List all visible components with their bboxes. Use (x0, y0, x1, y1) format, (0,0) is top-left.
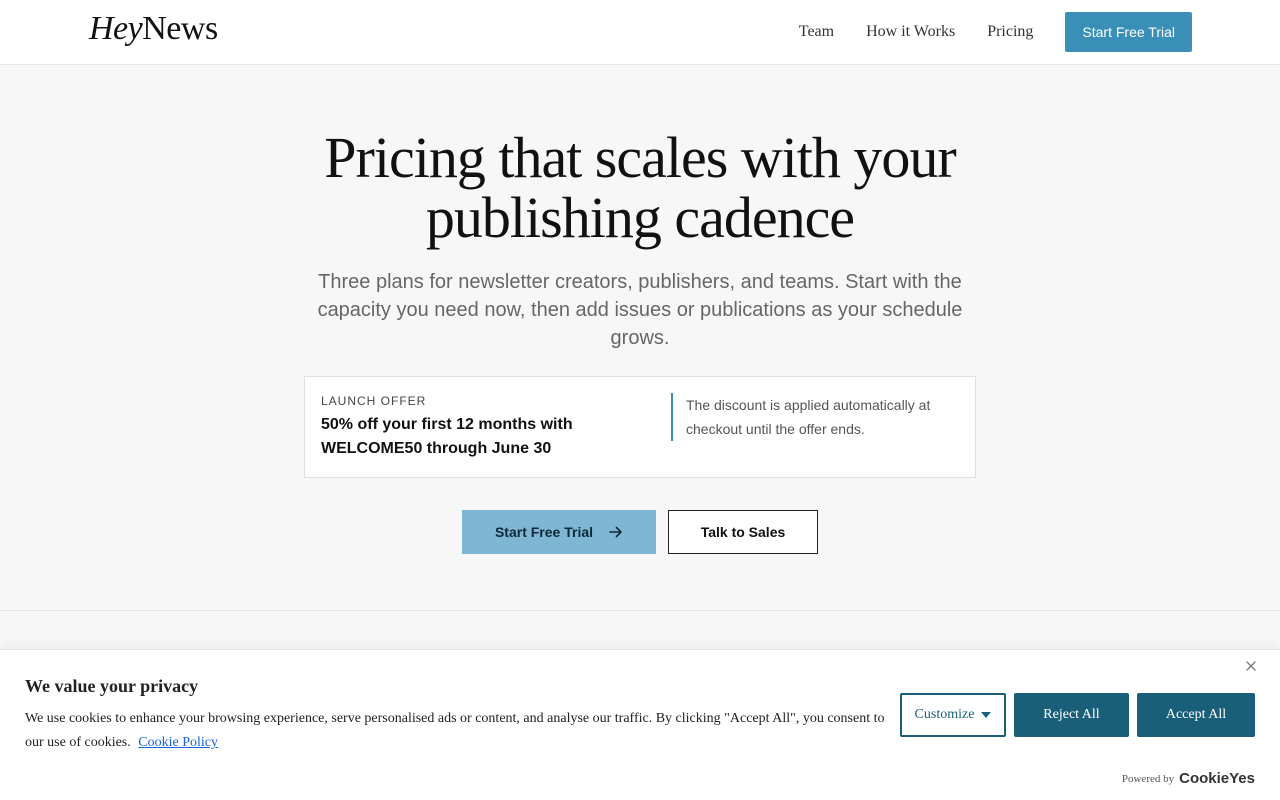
powered-by-label: Powered by (1121, 772, 1175, 785)
close-icon[interactable] (1243, 658, 1259, 674)
cookie-title: We value your privacy (25, 676, 199, 696)
header-start-trial-button[interactable]: Start Free Trial (1065, 12, 1192, 52)
arrow-right-icon (609, 526, 622, 538)
powered-by: Powered by CookieYes (1122, 770, 1255, 787)
offer-label: LAUNCH OFFER (321, 394, 427, 408)
start-trial-label: Start Free Trial (494, 524, 594, 540)
cookie-description: We use cookies to enhance your browsing … (25, 707, 895, 755)
page-title: Pricing that scales with your publishing… (0, 128, 1280, 248)
nav-how-it-works[interactable]: How it Works (866, 23, 955, 41)
cookie-policy-link[interactable]: Cookie Policy (138, 735, 218, 750)
customize-label: Customize (914, 707, 975, 722)
cookie-banner: We value your privacy We use cookies to … (0, 649, 1280, 800)
title-line-1: Pricing that scales with your (324, 125, 956, 190)
cookieyes-logo[interactable]: CookieYes (1179, 770, 1255, 787)
main-nav: Team How it Works Pricing Start Free Tri… (799, 12, 1192, 52)
section-divider (0, 610, 1280, 611)
offer-note: The discount is applied automatically at… (671, 393, 961, 441)
talk-to-sales-button[interactable]: Talk to Sales (668, 510, 818, 554)
nav-pricing[interactable]: Pricing (987, 23, 1033, 41)
title-line-2: publishing cadence (425, 185, 855, 250)
reject-all-button[interactable]: Reject All (1014, 693, 1129, 737)
caret-down-icon (981, 712, 992, 718)
start-trial-button[interactable]: Start Free Trial (462, 510, 656, 554)
launch-offer-box: LAUNCH OFFER 50% off your first 12 month… (304, 376, 976, 478)
customize-button[interactable]: Customize (900, 693, 1006, 737)
logo-hey: Hey (89, 10, 143, 47)
logo[interactable]: HeyNews (89, 10, 218, 48)
accept-all-button[interactable]: Accept All (1137, 693, 1255, 737)
site-header: HeyNews Team How it Works Pricing Start … (0, 0, 1280, 65)
page-subtitle: Three plans for newsletter creators, pub… (317, 271, 963, 349)
logo-news: News (142, 10, 218, 47)
nav-team[interactable]: Team (799, 23, 834, 41)
offer-headline: 50% off your first 12 months with WELCOM… (321, 416, 573, 457)
